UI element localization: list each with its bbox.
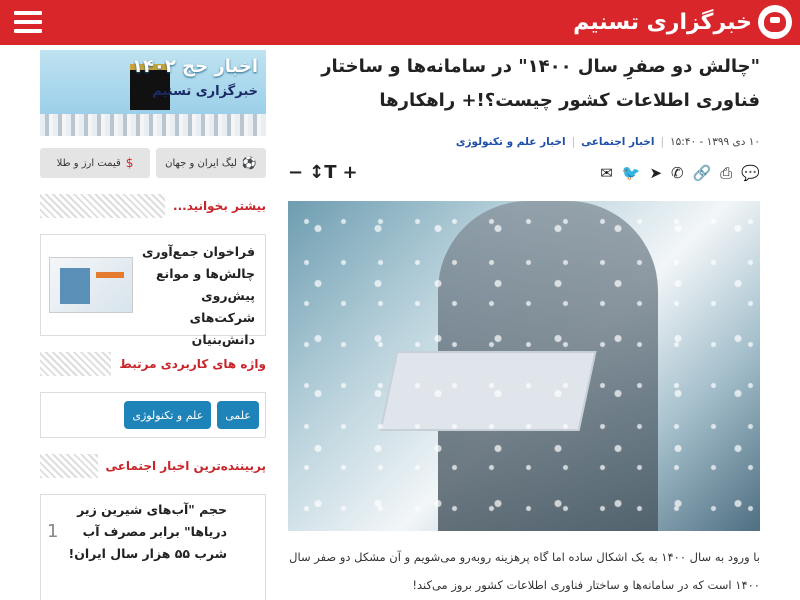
article-lead-paragraph: با ورود به سال ۱۴۰۰ به یک اشکال ساده اما… bbox=[289, 550, 760, 592]
quick-link-label: لیگ ایران و جهان bbox=[165, 157, 237, 169]
twitter-icon[interactable]: 🐦 bbox=[622, 164, 641, 182]
menu-line-icon bbox=[14, 11, 42, 15]
whatsapp-icon[interactable]: ✆ bbox=[671, 164, 684, 182]
font-size-tools: + T↕ − bbox=[288, 162, 358, 183]
hamburger-menu-button[interactable] bbox=[14, 11, 42, 33]
section-title: واژه های کاربردی مرتبط bbox=[119, 357, 266, 371]
print-icon[interactable]: ⎙ bbox=[720, 164, 732, 182]
menu-line-icon bbox=[14, 29, 42, 33]
publish-date: ۱۰ دی ۱۳۹۹ - ۱۵:۴۰ bbox=[670, 136, 760, 148]
quick-link-currency[interactable]: $ قیمت ارز و طلا bbox=[40, 148, 150, 178]
share-toolbar: 💬 ⎙ 🔗 ✆ ➤ 🐦 ✉ + T↕ − bbox=[288, 162, 760, 183]
tag-science-technology[interactable]: علم و تکنولوژی bbox=[124, 401, 212, 429]
keywords-header: واژه های کاربردی مرتبط bbox=[40, 352, 266, 376]
read-more-text[interactable]: فراخوان جمع‌آوری چالش‌ها و موانع پیش‌روی… bbox=[137, 241, 255, 351]
article-hero-image bbox=[288, 201, 760, 531]
read-more-header: بیشتر بخوانید... bbox=[40, 194, 266, 218]
font-decrease-icon[interactable]: − bbox=[288, 162, 303, 183]
soccer-ball-icon: ⚽ bbox=[241, 156, 257, 170]
left-sidebar: اخبار حج ۱۴۰۲ خبرگزاری تسنیم ⚽ لیگ ایران… bbox=[40, 50, 266, 600]
keyword-tags: علمی علم و تکنولوژی bbox=[40, 392, 266, 438]
site-logo[interactable]: خبرگزاری تسنیم bbox=[573, 2, 792, 42]
pilgrims-crowd-image bbox=[40, 114, 266, 136]
tasnim-logo-icon bbox=[758, 5, 792, 39]
meta-separator: | bbox=[660, 136, 664, 148]
share-tools: 💬 ⎙ 🔗 ✆ ➤ 🐦 ✉ bbox=[600, 164, 760, 182]
article: "چالش دو صفرِ سال ۱۴۰۰" در سامانه‌ها و س… bbox=[288, 50, 760, 599]
category-science-tech-news[interactable]: اخبار علم و تکنولوژی bbox=[456, 136, 566, 148]
menu-line-icon bbox=[14, 20, 42, 24]
meta-separator: | bbox=[571, 136, 576, 148]
tag-scientific[interactable]: علمی bbox=[217, 401, 259, 429]
section-title: بیشتر بخوانید... bbox=[173, 199, 266, 213]
popular-news-list: حجم "آب‌های شیرین زیر دریاها" برابر مصرف… bbox=[40, 494, 266, 600]
category-social-news[interactable]: اخبار اجتماعی bbox=[581, 136, 654, 148]
comments-icon[interactable]: 💬 bbox=[741, 164, 760, 182]
read-more-thumbnail[interactable] bbox=[49, 257, 133, 313]
dollar-icon: $ bbox=[125, 156, 134, 170]
top-header-bar: خبرگزاری تسنیم bbox=[0, 0, 800, 45]
logo-text: خبرگزاری تسنیم bbox=[573, 9, 752, 35]
quick-links: ⚽ لیگ ایران و جهان $ قیمت ارز و طلا bbox=[40, 148, 266, 178]
font-increase-icon[interactable]: + bbox=[342, 162, 357, 183]
telegram-icon[interactable]: ➤ bbox=[649, 164, 662, 182]
section-divider bbox=[40, 454, 98, 478]
quick-link-league[interactable]: ⚽ لیگ ایران و جهان bbox=[156, 148, 266, 178]
article-meta: ۱۰ دی ۱۳۹۹ - ۱۵:۴۰ | اخبار اجتماعی | اخب… bbox=[288, 136, 760, 148]
section-divider bbox=[40, 352, 112, 376]
hajj-news-banner[interactable]: اخبار حج ۱۴۰۲ خبرگزاری تسنیم bbox=[40, 50, 266, 136]
section-title: پربیننده‌ترین اخبار اجتماعی bbox=[105, 459, 266, 473]
banner-subtitle: خبرگزاری تسنیم bbox=[152, 84, 258, 99]
email-icon[interactable]: ✉ bbox=[600, 164, 613, 182]
banner-title: اخبار حج ۱۴۰۲ bbox=[131, 56, 258, 77]
read-more-item[interactable]: فراخوان جمع‌آوری چالش‌ها و موانع پیش‌روی… bbox=[40, 234, 266, 347]
rank-number: 1 bbox=[47, 521, 59, 542]
section-divider bbox=[40, 194, 166, 218]
popular-news-item[interactable]: حجم "آب‌های شیرین زیر دریاها" برابر مصرف… bbox=[67, 499, 227, 565]
popular-header: پربیننده‌ترین اخبار اجتماعی bbox=[40, 454, 266, 478]
font-size-icon: T↕ bbox=[309, 162, 337, 183]
quick-link-label: قیمت ارز و طلا bbox=[56, 157, 121, 169]
link-icon[interactable]: 🔗 bbox=[693, 164, 712, 182]
article-headline: "چالش دو صفرِ سال ۱۴۰۰" در سامانه‌ها و س… bbox=[321, 56, 760, 111]
network-overlay bbox=[288, 201, 760, 531]
